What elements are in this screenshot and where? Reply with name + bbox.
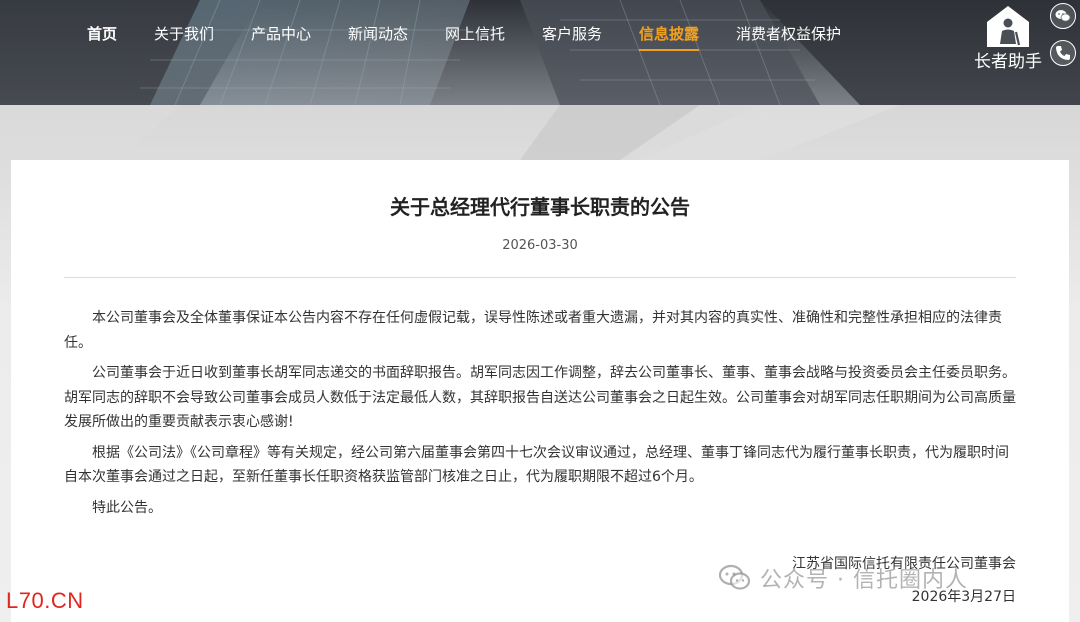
nav-item-online-trust[interactable]: 网上信托 — [445, 22, 505, 46]
article-card: 关于总经理代行董事长职责的公告 2026-03-30 本公司董事会及全体董事保证… — [11, 160, 1069, 622]
wechat-watermark-text: 公众号 · 信托圈内人 — [760, 568, 968, 593]
nav-item-home[interactable]: 首页 — [87, 22, 117, 46]
header-banner: 首页 关于我们 产品中心 新闻动态 网上信托 客户服务 信息披露 消费者权益保护… — [0, 0, 1080, 105]
site-watermark: L70.CN — [6, 588, 84, 613]
phone-icon — [1056, 46, 1070, 60]
nav-item-products[interactable]: 产品中心 — [251, 22, 311, 46]
wechat-logo-icon — [718, 564, 751, 590]
elder-helper-button[interactable]: 长者助手 — [966, 0, 1050, 72]
house-person-icon — [987, 6, 1029, 47]
wechat-button[interactable] — [1050, 3, 1076, 29]
wechat-icon — [1055, 10, 1071, 22]
nav-item-news[interactable]: 新闻动态 — [348, 22, 408, 46]
title-divider — [64, 277, 1016, 278]
nav-item-about[interactable]: 关于我们 — [154, 22, 214, 46]
paragraph: 本公司董事会及全体董事保证本公告内容不存在任何虚假记载，误导性陈述或者重大遗漏，… — [64, 310, 1002, 351]
main-nav: 首页 关于我们 产品中心 新闻动态 网上信托 客户服务 信息披露 消费者权益保护 — [0, 0, 960, 68]
wechat-watermark: 公众号 · 信托圈内人 — [718, 560, 968, 596]
article-body: 本公司董事会及全体董事保证本公告内容不存在任何虚假记载，误导性陈述或者重大遗漏，… — [64, 306, 1016, 526]
nav-item-customer-service[interactable]: 客户服务 — [542, 22, 602, 46]
article-date: 2026-03-30 — [502, 238, 578, 253]
nav-item-disclosure[interactable]: 信息披露 — [639, 22, 700, 51]
paragraph: 根据《公司法》《公司章程》等有关规定，经公司第六届董事会第四十七次会议审议通过，… — [64, 444, 1009, 486]
nav-item-consumer-protection[interactable]: 消费者权益保护 — [736, 22, 841, 46]
paragraph: 特此公告。 — [92, 499, 162, 516]
article-title: 关于总经理代行董事长职责的公告 — [390, 195, 690, 219]
phone-button[interactable] — [1050, 40, 1076, 66]
elder-helper-label: 长者助手 — [974, 52, 1042, 72]
paragraph: 公司董事会于近日收到董事长胡军同志递交的书面辞职报告。胡军同志因工作调整，辞去公… — [64, 365, 1016, 430]
